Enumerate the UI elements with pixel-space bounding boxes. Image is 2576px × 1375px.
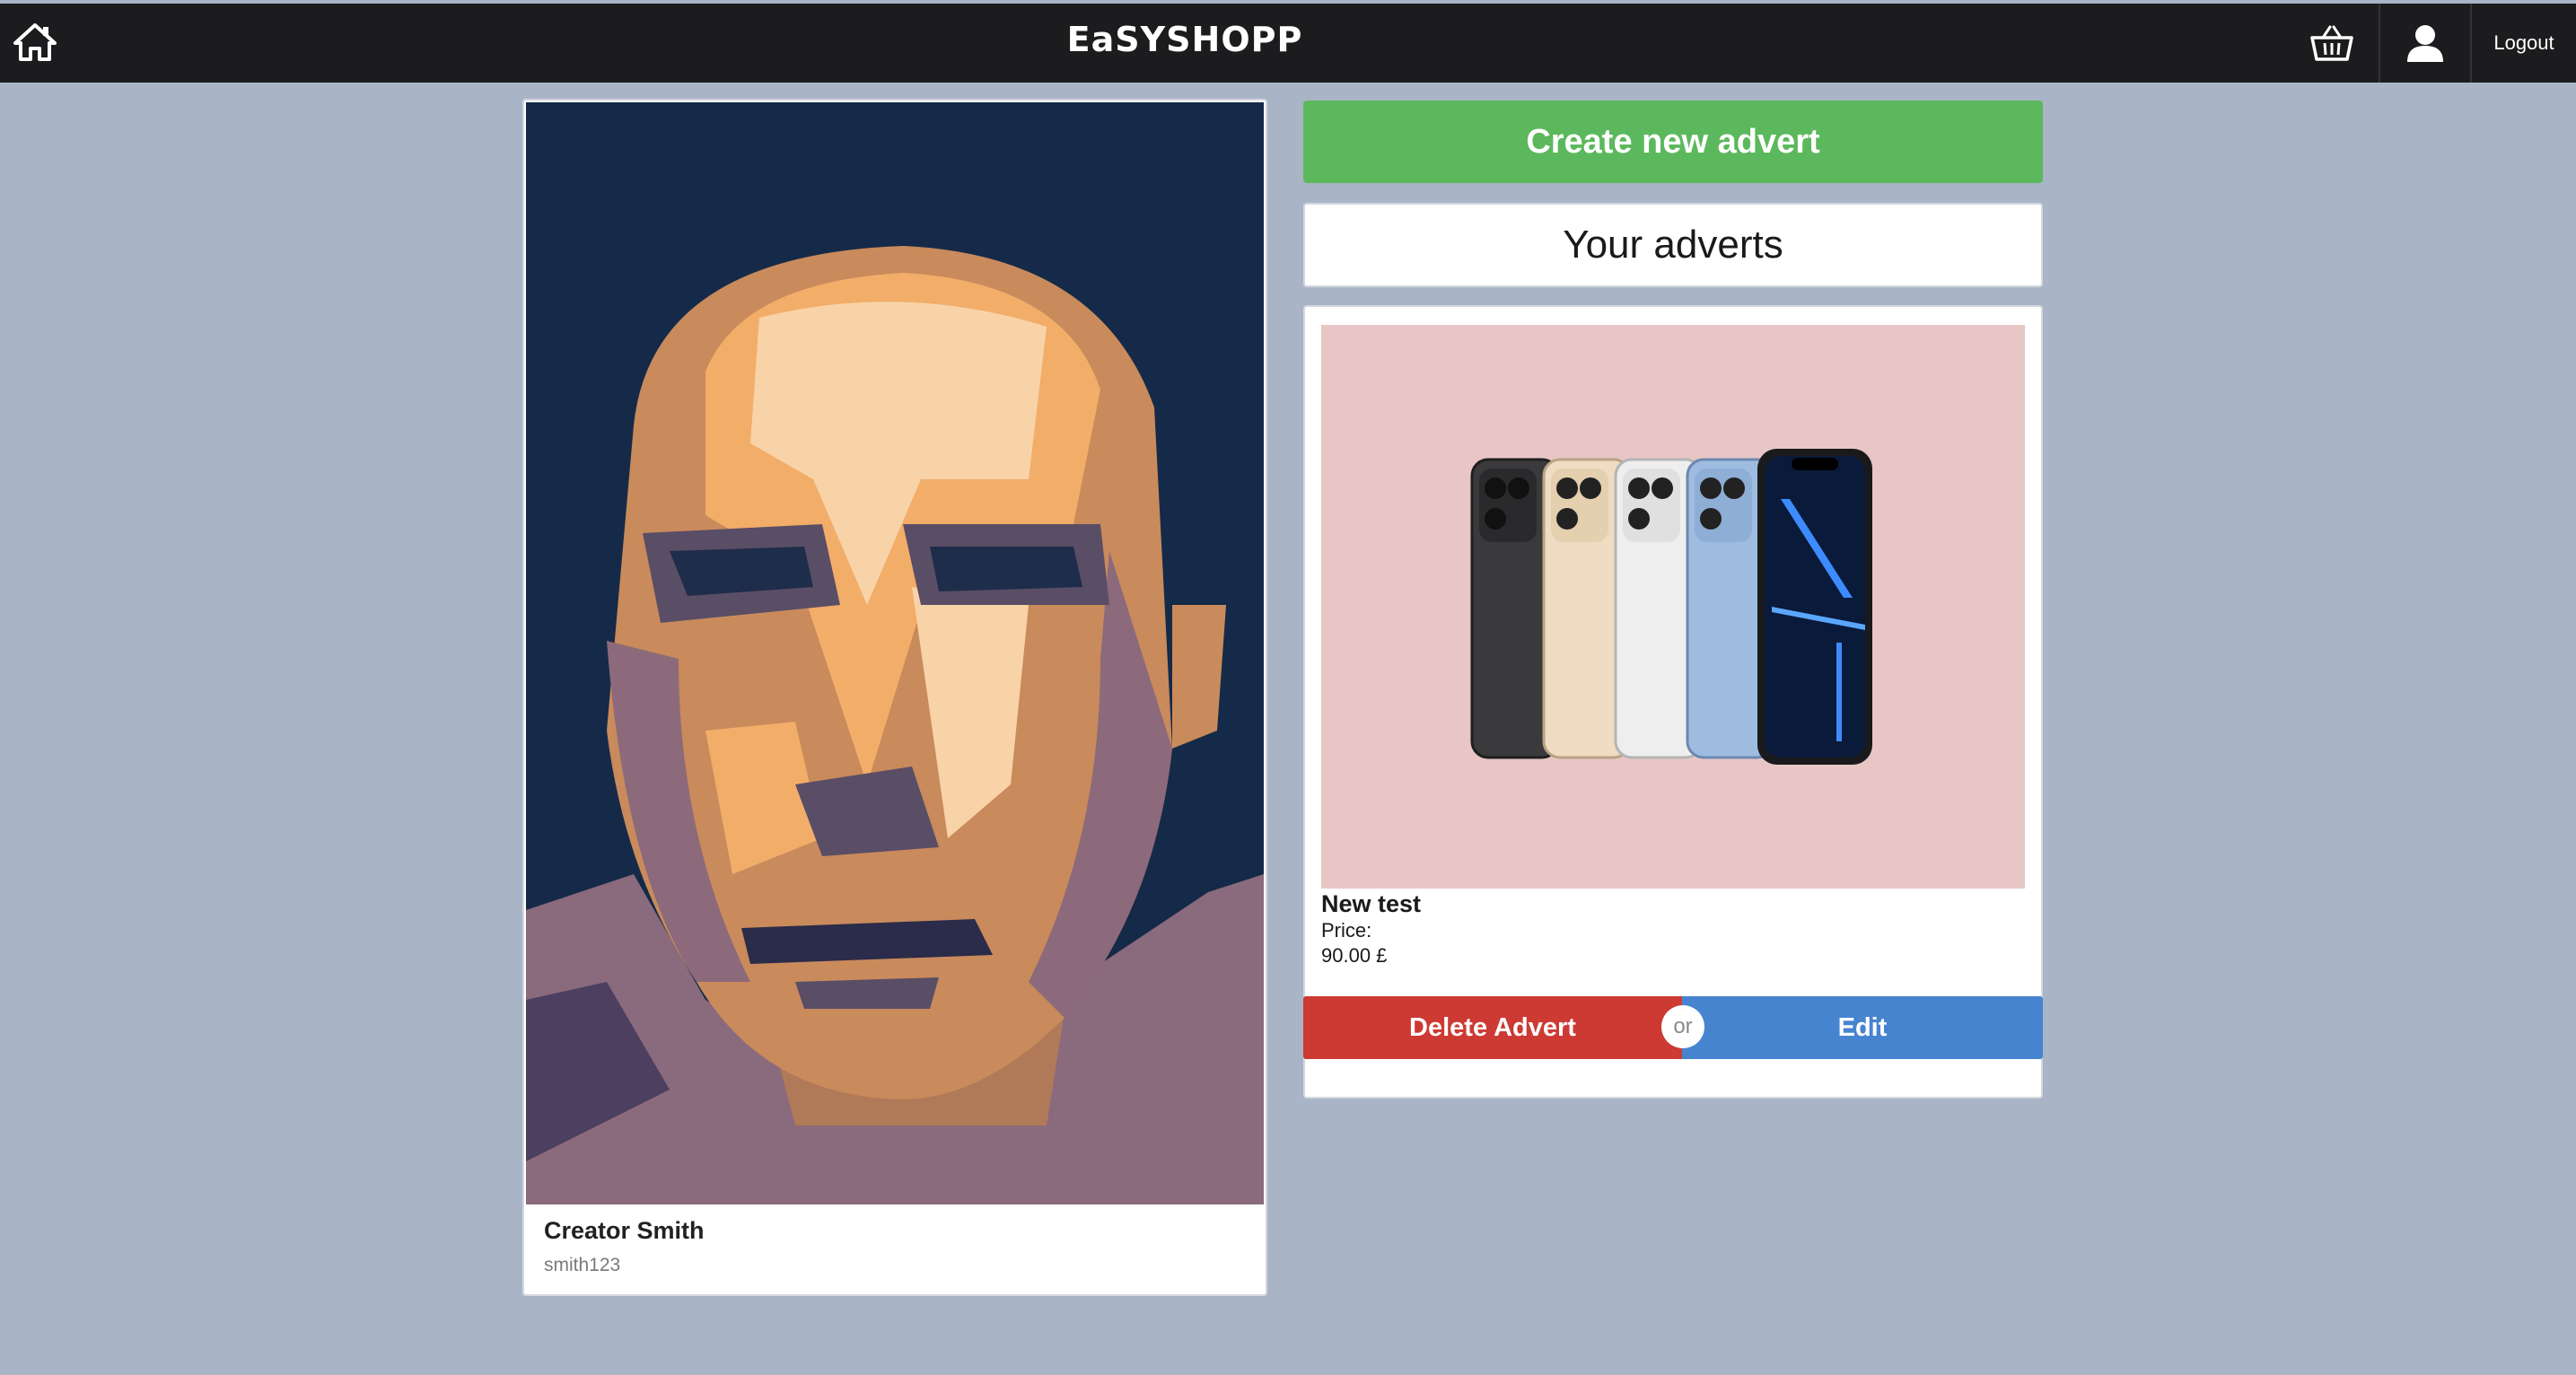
nav-right-group: Logout: [2285, 4, 2576, 83]
profile-portrait-illustration: [526, 102, 1264, 1204]
logo-text: EaSYSHOPP: [1066, 20, 1303, 59]
top-navbar: EaSYSHOPP Logout: [0, 4, 2576, 83]
advert-card: New test Price: 90.00 £ Delete Advert Ed…: [1303, 305, 2043, 1099]
edit-advert-label: Edit: [1837, 1012, 1888, 1042]
advert-price-label: Price:: [1321, 919, 1372, 941]
home-button[interactable]: [13, 22, 57, 63]
delete-advert-label: Delete Advert: [1409, 1012, 1576, 1042]
profile-name: Creator Smith: [544, 1217, 705, 1244]
or-label: or: [1673, 1014, 1693, 1038]
create-advert-label: Create new advert: [1526, 122, 1820, 161]
profile-username: smith123: [544, 1255, 621, 1275]
user-icon: [2407, 25, 2443, 62]
logout-label: Logout: [2493, 31, 2554, 54]
phones-illustration: [1470, 449, 1872, 765]
create-advert-button[interactable]: Create new advert: [1303, 101, 2043, 183]
advert-image[interactable]: [1321, 325, 2025, 889]
adverts-heading: Your adverts: [1303, 203, 2043, 287]
or-divider: or: [1661, 1005, 1704, 1048]
profile-button[interactable]: [2379, 4, 2470, 83]
advert-title: New test: [1321, 890, 1422, 917]
delete-advert-button[interactable]: Delete Advert: [1303, 996, 1682, 1059]
advert-price-value: 90.00 £: [1321, 944, 1388, 967]
profile-card: Creator Smith smith123: [522, 99, 1267, 1296]
basket-button[interactable]: [2285, 4, 2379, 83]
home-icon: [13, 23, 57, 61]
site-logo[interactable]: EaSYSHOPP: [1067, 16, 1302, 63]
adverts-heading-text: Your adverts: [1563, 223, 1783, 267]
profile-picture: [526, 102, 1264, 1204]
basket-icon: [2310, 25, 2353, 61]
logout-button[interactable]: Logout: [2470, 4, 2576, 83]
edit-advert-button[interactable]: Edit: [1682, 996, 2043, 1059]
advert-actions: Delete Advert Edit or: [1303, 996, 2043, 1059]
